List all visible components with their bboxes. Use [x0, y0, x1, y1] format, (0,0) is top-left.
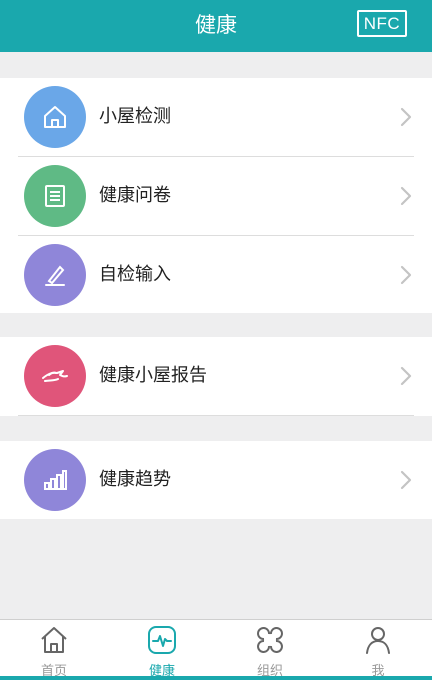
- chevron-right-icon: [400, 265, 412, 285]
- menu-group-report: 健康小屋报告: [0, 337, 432, 416]
- chevron-right-icon: [400, 366, 412, 386]
- menu-item-label: 健康趋势: [99, 469, 171, 490]
- menu-item-health-trend[interactable]: 健康趋势: [0, 441, 432, 519]
- menu-item-label: 自检输入: [99, 264, 171, 285]
- tab-health[interactable]: 健康: [108, 620, 216, 679]
- bottom-accent-strip: [0, 676, 432, 680]
- tab-me[interactable]: 我: [324, 620, 432, 679]
- tab-home[interactable]: 首页: [0, 620, 108, 679]
- home-icon: [41, 627, 67, 653]
- menu-group-checks: 小屋检测 健康问卷 自检输入: [0, 78, 432, 313]
- chevron-right-icon: [400, 107, 412, 127]
- nfc-button[interactable]: NFC: [357, 10, 407, 37]
- bottom-tab-bar: 首页 健康 组织 我: [0, 619, 432, 680]
- tab-organization[interactable]: 组织: [216, 620, 324, 679]
- questionnaire-icon: [24, 165, 86, 227]
- organization-icon: [257, 627, 283, 653]
- menu-item-label: 健康问卷: [99, 185, 171, 206]
- hand-icon: [24, 345, 86, 407]
- heartbeat-icon: [148, 626, 176, 654]
- menu-item-label: 小屋检测: [99, 106, 171, 127]
- menu-item-self-check[interactable]: 自检输入: [0, 236, 432, 314]
- bar-chart-icon: [24, 449, 86, 511]
- menu-item-questionnaire[interactable]: 健康问卷: [0, 157, 432, 235]
- menu-item-house-report[interactable]: 健康小屋报告: [0, 337, 432, 415]
- person-icon: [366, 627, 390, 654]
- house-icon: [24, 86, 86, 148]
- menu-item-label: 健康小屋报告: [99, 365, 207, 386]
- app-header: 健康 NFC: [0, 0, 432, 52]
- chevron-right-icon: [400, 186, 412, 206]
- divider: [18, 415, 414, 416]
- pen-icon: [24, 244, 86, 306]
- menu-group-trend: 健康趋势: [0, 441, 432, 519]
- menu-item-house-check[interactable]: 小屋检测: [0, 78, 432, 156]
- chevron-right-icon: [400, 470, 412, 490]
